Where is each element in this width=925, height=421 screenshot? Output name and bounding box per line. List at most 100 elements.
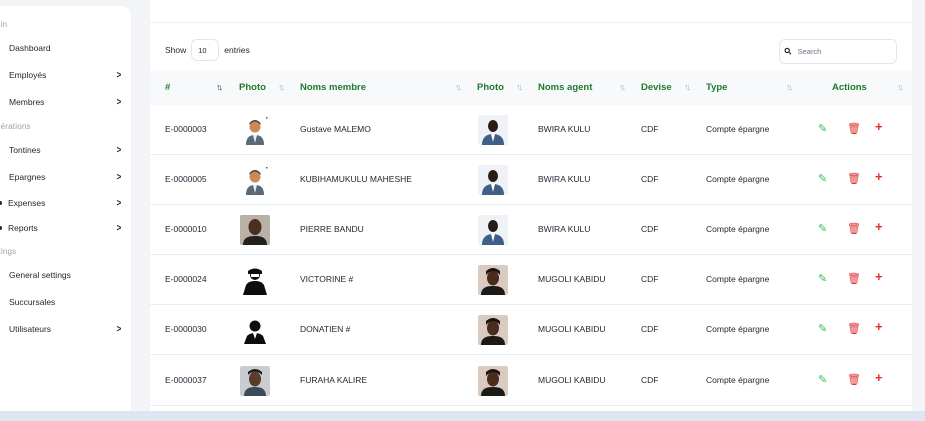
devise: CDF (641, 224, 659, 234)
sidebar-item-epargnes[interactable]: Epargnes > (0, 170, 131, 184)
sort-icon[interactable]: ↑↓ (897, 82, 904, 92)
members-table-card: Show 10 entries ⚲ Search # ↑↓ Photo ↑↓ N… (150, 0, 912, 421)
member-photo (240, 165, 270, 195)
sidebar-section-settings: ttings (0, 247, 17, 256)
chevron-right-icon: > (116, 171, 122, 183)
sidebar: ain Dashboard Employés > Membres > pérat… (0, 6, 131, 421)
sidebar-item-membres[interactable]: Membres > (0, 95, 131, 109)
row-id: E-0000037 (165, 375, 207, 385)
agent-name: BWIRA KULU (538, 124, 591, 134)
agent-name: MUGOLI KABIDU (538, 274, 606, 284)
sidebar-item-utilisateurs[interactable]: Utilisateurs > (0, 322, 131, 336)
sort-icon[interactable]: ↑↓ (786, 82, 793, 92)
bottom-bar (0, 411, 925, 421)
agent-photo (478, 115, 508, 145)
plus-icon[interactable]: + (875, 119, 883, 134)
bullet-icon (0, 201, 2, 205)
column-header-agent-name[interactable]: Noms agent (538, 82, 592, 93)
plus-icon[interactable]: + (875, 370, 883, 385)
edit-icon[interactable]: ✎ (818, 272, 827, 285)
devise: CDF (641, 274, 659, 284)
table-row: E-0000024 VICTORINE # MUGOLI KABIDU CDF … (150, 255, 912, 305)
sidebar-item-succursales[interactable]: Succursales (0, 295, 131, 309)
chevron-right-icon: > (116, 144, 122, 156)
trash-icon[interactable]: 🗑 (847, 322, 861, 335)
sidebar-item-label: Epargnes (9, 172, 46, 182)
sidebar-item-dashboard[interactable]: Dashboard (0, 41, 131, 55)
agent-name: MUGOLI KABIDU (538, 324, 606, 334)
account-type: Compte épargne (706, 224, 770, 234)
agent-photo (478, 215, 508, 245)
column-header-actions[interactable]: Actions (832, 82, 867, 93)
page-length-select[interactable]: 10 (191, 39, 220, 61)
sidebar-item-label: Succursales (9, 297, 56, 307)
member-photo (240, 315, 270, 345)
trash-icon[interactable]: 🗑 (847, 122, 861, 135)
plus-icon[interactable]: + (875, 319, 883, 334)
sidebar-item-reports[interactable]: Reports > (0, 221, 131, 235)
table-row: E-0000003 Gustave MALEMO BWIRA KULU CDF … (150, 105, 912, 155)
plus-icon[interactable]: + (875, 269, 883, 284)
edit-icon[interactable]: ✎ (818, 222, 827, 235)
row-id: E-0000003 (165, 124, 207, 134)
trash-icon[interactable]: 🗑 (847, 373, 861, 386)
member-photo (240, 265, 270, 295)
column-header-devise[interactable]: Devise (641, 82, 672, 93)
plus-icon[interactable]: + (875, 169, 883, 184)
member-photo (240, 115, 270, 145)
chevron-right-icon: > (116, 323, 122, 335)
edit-icon[interactable]: ✎ (818, 322, 827, 335)
sidebar-item-employes[interactable]: Employés > (0, 68, 131, 82)
sidebar-item-general-settings[interactable]: General settings (0, 268, 131, 282)
agent-name: BWIRA KULU (538, 174, 591, 184)
trash-icon[interactable]: 🗑 (847, 272, 861, 285)
devise: CDF (641, 174, 659, 184)
sort-icon[interactable]: ↑↓ (684, 82, 691, 92)
devise: CDF (641, 124, 659, 134)
chevron-right-icon: > (116, 222, 122, 234)
show-label: Show (165, 45, 187, 55)
account-type: Compte épargne (706, 324, 770, 334)
column-header-member-name[interactable]: Noms membre (300, 82, 366, 93)
sidebar-item-label: Tontines (9, 145, 41, 155)
sort-icon[interactable]: ↑↓ (455, 82, 462, 92)
sidebar-item-label: General settings (9, 270, 71, 280)
agent-photo (478, 165, 508, 195)
trash-icon[interactable]: 🗑 (847, 172, 861, 185)
column-header-agent-photo[interactable]: Photo (477, 82, 504, 93)
column-header-id[interactable]: # (165, 82, 170, 93)
account-type: Compte épargne (706, 274, 770, 284)
edit-icon[interactable]: ✎ (818, 122, 827, 135)
sort-icon[interactable]: ↑↓ (216, 82, 223, 92)
member-name: VICTORINE # (300, 274, 354, 284)
member-name: KUBIHAMUKULU MAHESHE (300, 174, 412, 184)
column-header-member-photo[interactable]: Photo (239, 82, 266, 93)
sidebar-item-label: Utilisateurs (9, 324, 52, 334)
sort-icon[interactable]: ↑↓ (516, 82, 523, 92)
edit-icon[interactable]: ✎ (818, 373, 827, 386)
plus-icon[interactable]: + (875, 219, 883, 234)
agent-name: BWIRA KULU (538, 224, 591, 234)
devise: CDF (641, 324, 659, 334)
sidebar-item-expenses[interactable]: Expenses > (0, 196, 131, 210)
sidebar-item-tontines[interactable]: Tontines > (0, 143, 131, 157)
card-header (150, 0, 912, 23)
table-row: E-0000010 PIERRE BANDU BWIRA KULU CDF Co… (150, 205, 912, 255)
table-row: E-0000005 KUBIHAMUKULU MAHESHE BWIRA KUL… (150, 155, 912, 205)
sort-icon[interactable]: ↑↓ (278, 82, 285, 92)
column-header-type[interactable]: Type (706, 82, 727, 93)
row-id: E-0000005 (165, 174, 207, 184)
edit-icon[interactable]: ✎ (818, 172, 827, 185)
sort-icon[interactable]: ↑↓ (619, 82, 626, 92)
member-name: Gustave MALEMO (300, 124, 371, 134)
chevron-right-icon: > (116, 197, 122, 209)
sidebar-item-label: Expenses (8, 198, 46, 208)
trash-icon[interactable]: 🗑 (847, 222, 861, 235)
row-id: E-0000010 (165, 224, 207, 234)
search-placeholder: Search (797, 47, 822, 56)
table-row: E-0000030 DONATIEN # MUGOLI KABIDU CDF C… (150, 305, 912, 355)
member-photo (240, 366, 270, 396)
search-input[interactable]: ⚲ Search (779, 39, 897, 64)
sidebar-item-label: Reports (8, 223, 38, 233)
account-type: Compte épargne (706, 124, 770, 134)
